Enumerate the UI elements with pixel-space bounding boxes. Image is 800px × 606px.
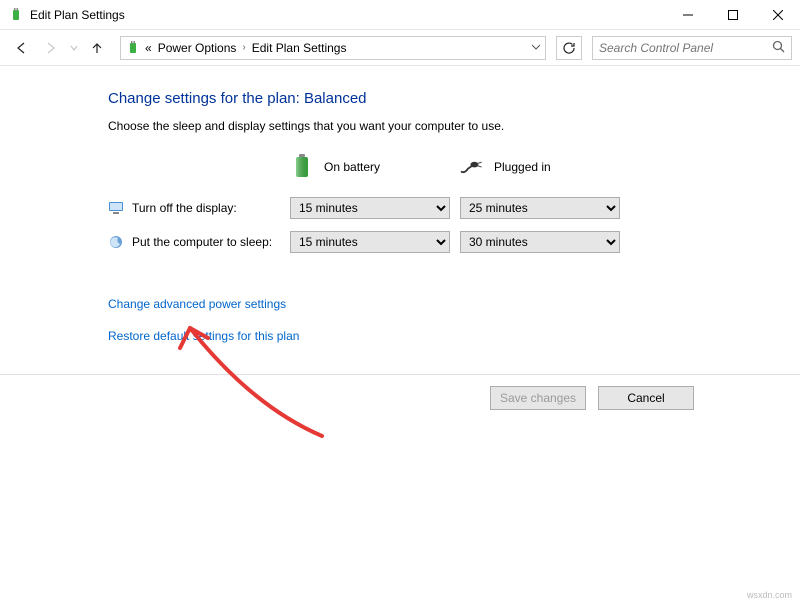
restore-defaults-link[interactable]: Restore default settings for this plan [108,329,800,343]
breadcrumb-ellipsis[interactable]: « [143,41,154,55]
row-display-text: Turn off the display: [132,201,237,215]
window-title: Edit Plan Settings [30,8,665,22]
chevron-right-icon: › [240,42,247,53]
power-options-icon [8,7,24,23]
back-button[interactable] [8,35,34,61]
sleep-icon [108,234,124,250]
column-plugged-label: Plugged in [494,160,551,174]
display-plugged-select[interactable]: 25 minutes [460,197,620,219]
search-box[interactable] [592,36,792,60]
power-options-icon [125,40,141,56]
breadcrumb-power-options[interactable]: Power Options [156,41,239,55]
row-sleep-text: Put the computer to sleep: [132,235,272,249]
content-area: Change settings for the plan: Balanced C… [0,66,800,343]
settings-table: On battery Plugged in Turn off the displ… [108,155,800,253]
forward-button[interactable] [38,35,64,61]
window-controls [665,0,800,30]
display-battery-select[interactable]: 15 minutes [290,197,450,219]
sleep-plugged-select[interactable]: 30 minutes [460,231,620,253]
titlebar: Edit Plan Settings [0,0,800,30]
breadcrumb-dropdown[interactable] [531,41,541,55]
address-bar: « Power Options › Edit Plan Settings [0,30,800,66]
column-plugged: Plugged in [460,155,630,185]
footer-separator [0,374,800,375]
history-dropdown[interactable] [68,44,80,52]
column-battery: On battery [290,155,460,185]
advanced-power-settings-link[interactable]: Change advanced power settings [108,297,800,311]
links-section: Change advanced power settings Restore d… [108,297,800,343]
search-icon[interactable] [772,40,785,56]
save-changes-button[interactable]: Save changes [490,386,586,410]
page-subheading: Choose the sleep and display settings th… [108,119,800,133]
plug-icon [460,155,484,179]
search-input[interactable] [599,41,772,55]
battery-icon [290,155,314,179]
refresh-button[interactable] [556,36,582,60]
column-battery-label: On battery [324,160,380,174]
close-button[interactable] [755,0,800,30]
cancel-button[interactable]: Cancel [598,386,694,410]
row-display-label: Turn off the display: [108,200,290,216]
page-heading: Change settings for the plan: Balanced [108,90,800,107]
display-icon [108,200,124,216]
breadcrumb-edit-plan[interactable]: Edit Plan Settings [250,41,349,55]
row-sleep-label: Put the computer to sleep: [108,234,290,250]
maximize-button[interactable] [710,0,755,30]
breadcrumb[interactable]: « Power Options › Edit Plan Settings [120,36,546,60]
watermark: wsxdn.com [747,590,792,600]
footer-buttons: Save changes Cancel [490,386,694,410]
sleep-battery-select[interactable]: 15 minutes [290,231,450,253]
up-button[interactable] [84,35,110,61]
minimize-button[interactable] [665,0,710,30]
